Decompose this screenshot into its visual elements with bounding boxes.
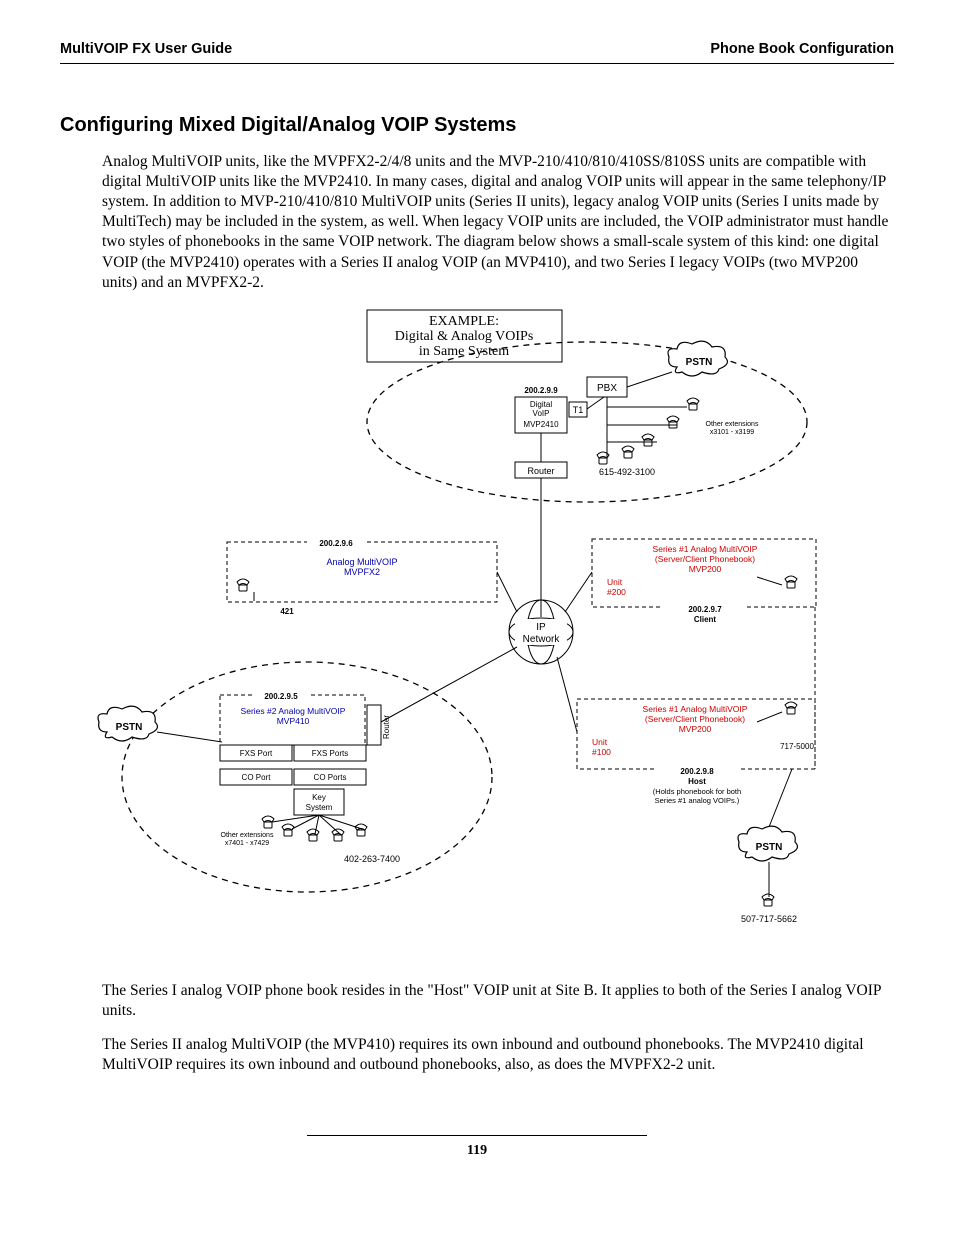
- page-number: 119: [307, 1135, 647, 1160]
- header-right: Phone Book Configuration: [710, 40, 894, 59]
- svg-text:(Server/Client Phonebook): (Server/Client Phonebook): [645, 714, 745, 724]
- svg-text:Other extensions: Other extensions: [221, 832, 274, 839]
- paragraph-2: The Series I analog VOIP phone book resi…: [102, 981, 894, 1021]
- svg-text:200.2.9.9: 200.2.9.9: [524, 386, 558, 395]
- svg-text:VoIP: VoIP: [533, 409, 550, 418]
- svg-text:200.2.9.7: 200.2.9.7: [688, 605, 722, 614]
- svg-text:MVPFX2: MVPFX2: [344, 567, 380, 577]
- svg-text:CO Port: CO Port: [242, 773, 272, 782]
- svg-text:Unit: Unit: [607, 577, 623, 587]
- network-diagram: EXAMPLE: Digital & Analog VOIPs in Same …: [60, 307, 894, 957]
- paragraph-1: Analog MultiVOIP units, like the MVPFX2-…: [102, 152, 894, 293]
- svg-text:421: 421: [280, 607, 294, 616]
- svg-text:507-717-5662: 507-717-5662: [741, 914, 797, 924]
- svg-text:Analog MultiVOIP: Analog MultiVOIP: [326, 557, 397, 567]
- svg-text:Client: Client: [694, 615, 717, 624]
- svg-text:MVP200: MVP200: [679, 724, 712, 734]
- svg-text:200.2.9.6: 200.2.9.6: [319, 539, 353, 548]
- svg-text:Digital: Digital: [530, 400, 552, 409]
- svg-text:(Holds phonebook for both: (Holds phonebook for both: [653, 787, 741, 796]
- svg-text:PBX: PBX: [597, 383, 617, 394]
- svg-text:x7401 - x7429: x7401 - x7429: [225, 840, 269, 847]
- svg-text:in Same System: in Same System: [419, 344, 509, 359]
- svg-text:#200: #200: [607, 587, 626, 597]
- svg-text:x3101 - x3199: x3101 - x3199: [710, 429, 754, 436]
- svg-text:MVP410: MVP410: [277, 716, 310, 726]
- svg-text:PSTN: PSTN: [116, 722, 143, 733]
- svg-text:Network: Network: [523, 634, 561, 645]
- svg-text:IP: IP: [536, 622, 546, 633]
- svg-text:Key: Key: [312, 793, 326, 802]
- svg-text:FXS Ports: FXS Ports: [312, 749, 348, 758]
- svg-text:T1: T1: [573, 405, 584, 415]
- svg-text:(Server/Client Phonebook): (Server/Client Phonebook): [655, 554, 755, 564]
- svg-text:MVP200: MVP200: [689, 564, 722, 574]
- svg-text:#100: #100: [592, 747, 611, 757]
- svg-text:CO Ports: CO Ports: [314, 773, 347, 782]
- svg-text:System: System: [306, 803, 333, 812]
- svg-text:Series #1 analog VOIPs.): Series #1 analog VOIPs.): [655, 796, 740, 805]
- svg-text:EXAMPLE:: EXAMPLE:: [429, 314, 499, 329]
- paragraph-3: The Series II analog MultiVOIP (the MVP4…: [102, 1035, 894, 1075]
- svg-text:200.2.9.8: 200.2.9.8: [680, 767, 714, 776]
- svg-text:FXS Port: FXS Port: [240, 749, 273, 758]
- svg-text:Router: Router: [382, 714, 391, 738]
- svg-text:615-492-3100: 615-492-3100: [599, 467, 655, 477]
- svg-text:Unit: Unit: [592, 737, 608, 747]
- svg-text:Other extensions: Other extensions: [706, 421, 759, 428]
- svg-text:Host: Host: [688, 777, 706, 786]
- svg-text:200.2.9.5: 200.2.9.5: [264, 692, 298, 701]
- svg-text:Series #2 Analog MultiVOIP: Series #2 Analog MultiVOIP: [241, 706, 346, 716]
- svg-text:PSTN: PSTN: [756, 842, 783, 853]
- svg-text:Router: Router: [527, 466, 554, 476]
- svg-text:MVP2410: MVP2410: [523, 420, 559, 429]
- svg-text:Series #1 Analog MultiVOIP: Series #1 Analog MultiVOIP: [653, 544, 758, 554]
- svg-text:402-263-7400: 402-263-7400: [344, 854, 400, 864]
- svg-text:717-5000: 717-5000: [780, 742, 814, 751]
- header-left: MultiVOIP FX User Guide: [60, 40, 232, 59]
- svg-text:Digital & Analog VOIPs: Digital & Analog VOIPs: [395, 329, 534, 344]
- svg-text:PSTN: PSTN: [686, 357, 713, 368]
- section-heading: Configuring Mixed Digital/Analog VOIP Sy…: [60, 112, 894, 138]
- svg-text:Series #1 Analog MultiVOIP: Series #1 Analog MultiVOIP: [643, 704, 748, 714]
